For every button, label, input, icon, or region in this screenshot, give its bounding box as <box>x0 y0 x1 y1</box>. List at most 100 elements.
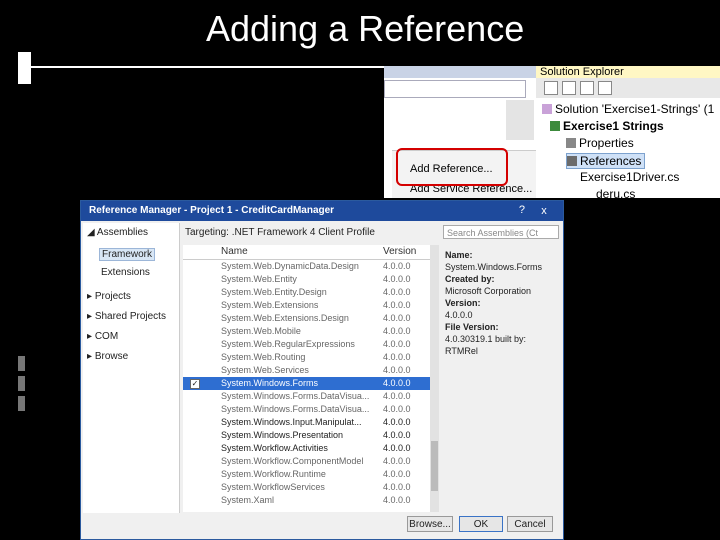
cancel-button[interactable]: Cancel <box>507 516 553 532</box>
assembly-list: System.Web.DynamicData.Design 4.0.0.0 Syst… <box>183 260 431 512</box>
detail-file-version-label: File Version: <box>445 322 499 332</box>
table-row[interactable]: System.Web.Mobile 4.0.0.0 <box>183 325 431 338</box>
row-version: 4.0.0.0 <box>383 495 411 505</box>
table-row[interactable]: System.Web.DynamicData.Design 4.0.0.0 <box>183 260 431 273</box>
editor-dropdown[interactable] <box>384 80 526 98</box>
row-name: System.Web.Extensions <box>221 300 319 310</box>
row-version: 4.0.0.0 <box>383 300 411 310</box>
decorative-line <box>30 66 384 68</box>
nav-projects[interactable]: ▸ Projects <box>87 291 131 302</box>
table-row[interactable]: System.Windows.Input.Manipulat... 4.0.0.0 <box>183 416 431 429</box>
solution-explorer-title: Solution Explorer <box>536 66 720 78</box>
row-version: 4.0.0.0 <box>383 469 411 479</box>
row-name: System.Web.Entity <box>221 274 297 284</box>
table-row[interactable]: System.Workflow.Activities 4.0.0.0 <box>183 442 431 455</box>
tree-item-project[interactable]: Exercise1 Strings <box>550 119 664 133</box>
column-name[interactable]: Name <box>221 246 248 257</box>
nav-com[interactable]: ▸ COM <box>87 331 118 342</box>
tree-item-file[interactable]: deru.cs <box>596 187 635 198</box>
copy-icon[interactable] <box>580 81 594 95</box>
row-version: 4.0.0.0 <box>383 482 411 492</box>
row-version: 4.0.0.0 <box>383 352 411 362</box>
slide-title: Adding a Reference <box>206 8 525 49</box>
highlight-circle <box>396 148 508 186</box>
row-name: System.Windows.Presentation <box>221 430 344 440</box>
row-version: 4.0.0.0 <box>383 417 411 427</box>
solution-icon <box>542 104 552 114</box>
refresh-icon[interactable] <box>562 81 576 95</box>
table-row[interactable]: System.Web.Entity 4.0.0.0 <box>183 273 431 286</box>
scrollbar-thumb[interactable] <box>431 441 438 491</box>
table-row[interactable]: System.Xaml 4.0.0.0 <box>183 494 431 507</box>
detail-created-label: Created by: <box>445 274 495 284</box>
row-name: System.Workflow.ComponentModel <box>221 456 364 466</box>
references-icon <box>567 156 577 166</box>
browse-button[interactable]: Browse... <box>407 516 453 532</box>
solution-explorer-screenshot: Add Reference... Add Service Reference..… <box>384 66 720 198</box>
row-version: 4.0.0.0 <box>383 456 411 466</box>
row-version: 4.0.0.0 <box>383 339 411 349</box>
row-version: 4.0.0.0 <box>383 287 411 297</box>
chevron-down-icon: ◢ <box>87 227 97 238</box>
checkbox-icon[interactable]: ✓ <box>190 379 200 389</box>
row-name: System.Web.Mobile <box>221 326 301 336</box>
editor-scrollbar[interactable] <box>506 100 534 140</box>
detail-created: Microsoft Corporation <box>445 286 532 296</box>
reference-manager-dialog: Reference Manager - Project 1 - CreditCa… <box>80 200 564 540</box>
table-row[interactable]: System.Workflow.ComponentModel 4.0.0.0 <box>183 455 431 468</box>
decorative-bar <box>18 396 25 411</box>
tree-item-driver[interactable]: Exercise1Driver.cs <box>580 170 679 184</box>
tree-item-solution[interactable]: Solution 'Exercise1-Strings' (1 <box>542 102 714 116</box>
row-version: 4.0.0.0 <box>383 443 411 453</box>
detail-version: 4.0.0.0 <box>445 310 473 320</box>
close-button[interactable]: x <box>531 202 557 220</box>
column-version[interactable]: Version <box>383 246 416 257</box>
table-row[interactable]: System.WorkflowServices 4.0.0.0 <box>183 481 431 494</box>
dialog-title: Reference Manager - Project 1 - CreditCa… <box>89 205 335 216</box>
nav-assemblies[interactable]: ◢ Assemblies <box>87 227 148 238</box>
row-name: System.Web.Services <box>221 365 309 375</box>
table-row[interactable]: System.Web.Services 4.0.0.0 <box>183 364 431 377</box>
table-row[interactable]: System.Windows.Forms.DataVisua... 4.0.0.0 <box>183 403 431 416</box>
home-icon[interactable] <box>544 81 558 95</box>
row-name: System.Windows.Input.Manipulat... <box>221 417 362 427</box>
search-input[interactable]: Search Assemblies (Ct <box>443 225 559 239</box>
row-name: System.WorkflowServices <box>221 482 325 492</box>
list-scrollbar[interactable] <box>430 245 439 512</box>
table-row[interactable]: System.Web.Extensions 4.0.0.0 <box>183 299 431 312</box>
table-row[interactable]: System.Web.Entity.Design 4.0.0.0 <box>183 286 431 299</box>
nav-framework[interactable]: Framework <box>99 248 156 261</box>
tree-item-references[interactable]: References <box>566 153 646 169</box>
nav-shared-projects[interactable]: ▸ Shared Projects <box>87 311 166 322</box>
solution-tree: Solution 'Exercise1-Strings' (1 Exercise… <box>536 98 720 198</box>
row-version: 4.0.0.0 <box>383 261 411 271</box>
chevron-right-icon: ▸ <box>87 311 95 322</box>
table-row[interactable]: System.Windows.Presentation 4.0.0.0 <box>183 429 431 442</box>
table-row[interactable]: System.Workflow.Runtime 4.0.0.0 <box>183 468 431 481</box>
detail-name-label: Name: <box>445 250 473 260</box>
tree-item-properties[interactable]: Properties <box>566 136 634 150</box>
collapse-icon[interactable] <box>598 81 612 95</box>
properties-icon <box>566 138 576 148</box>
row-name: System.Workflow.Activities <box>221 443 328 453</box>
row-name: System.Windows.Forms.DataVisua... <box>221 404 370 414</box>
table-row[interactable]: System.Web.Extensions.Design 4.0.0.0 <box>183 312 431 325</box>
row-version: 4.0.0.0 <box>383 378 411 388</box>
detail-file-version: 4.0.30319.1 built by: <box>445 334 527 344</box>
nav-extensions[interactable]: Extensions <box>101 267 150 278</box>
nav-browse[interactable]: ▸ Browse <box>87 351 128 362</box>
table-row[interactable]: ✓ System.Windows.Forms 4.0.0.0 <box>183 377 431 390</box>
project-icon <box>550 121 560 131</box>
row-name: System.Windows.Forms <box>221 378 319 388</box>
table-row[interactable]: System.Web.RegularExpressions 4.0.0.0 <box>183 338 431 351</box>
table-row[interactable]: System.Windows.Forms.DataVisua... 4.0.0.0 <box>183 390 431 403</box>
table-row[interactable]: System.Web.Routing 4.0.0.0 <box>183 351 431 364</box>
row-version: 4.0.0.0 <box>383 313 411 323</box>
ok-button[interactable]: OK <box>459 516 503 532</box>
row-version: 4.0.0.0 <box>383 404 411 414</box>
row-version: 4.0.0.0 <box>383 430 411 440</box>
row-version: 4.0.0.0 <box>383 274 411 284</box>
help-button[interactable]: ? <box>519 204 525 216</box>
decorative-bar <box>18 376 25 391</box>
row-name: System.Xaml <box>221 495 275 505</box>
